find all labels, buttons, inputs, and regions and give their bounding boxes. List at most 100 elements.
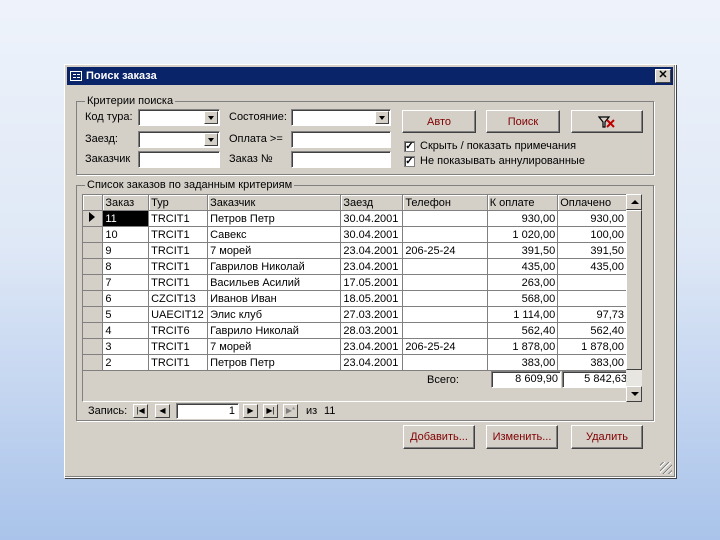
column-header[interactable]: Заезд — [340, 195, 404, 211]
table-cell[interactable] — [402, 258, 488, 275]
table-cell[interactable]: 17.05.2001 — [340, 274, 404, 291]
table-cell[interactable]: 391,50 — [487, 242, 559, 259]
table-cell[interactable]: 930,00 — [557, 210, 627, 227]
table-cell[interactable]: 30.04.2001 — [340, 210, 404, 227]
row-selector[interactable] — [83, 306, 104, 323]
next-record-icon[interactable]: ▶ — [243, 404, 258, 418]
table-cell[interactable]: TRCIT1 — [148, 258, 209, 275]
table-cell[interactable]: 27.03.2001 — [340, 306, 404, 323]
table-cell[interactable]: 391,50 — [557, 242, 627, 259]
payment-field[interactable] — [291, 131, 391, 148]
table-cell[interactable]: 562,40 — [487, 322, 559, 339]
row-selector[interactable] — [83, 258, 104, 275]
table-cell[interactable]: TRCIT1 — [148, 242, 209, 259]
table-row[interactable]: 7 TRCIT1 Васильев Асилий 17.05.2001 263,00 — [83, 274, 627, 291]
table-cell[interactable]: TRCIT1 — [148, 210, 209, 227]
order-no-field[interactable] — [291, 151, 391, 168]
table-cell[interactable]: 1 878,00 — [487, 338, 559, 355]
table-cell[interactable]: 383,00 — [557, 354, 627, 371]
tour-code-combo[interactable] — [138, 109, 220, 126]
edit-button[interactable]: Изменить... — [486, 425, 558, 449]
table-cell[interactable] — [402, 226, 488, 243]
table-cell[interactable]: 3 — [102, 338, 150, 355]
table-row[interactable]: 10 TRCIT1 Савекс 30.04.2001 1 020,00 100,00 — [83, 226, 627, 243]
table-cell[interactable]: TRCIT6 — [148, 322, 209, 339]
table-cell[interactable]: 568,00 — [487, 290, 559, 307]
table-cell[interactable]: 7 — [102, 274, 150, 291]
table-cell[interactable] — [402, 290, 488, 307]
table-cell[interactable]: Гаврилов Николай — [207, 258, 342, 275]
table-cell[interactable] — [557, 290, 627, 307]
table-cell[interactable]: TRCIT1 — [148, 226, 209, 243]
table-cell[interactable]: UAECIT12 — [148, 306, 209, 323]
table-cell[interactable]: 8 — [102, 258, 150, 275]
row-selector[interactable] — [83, 226, 104, 243]
table-cell[interactable]: Васильев Асилий — [207, 274, 342, 291]
table-row[interactable]: 2 TRCIT1 Петров Петр 23.04.2001 383,00 383,00 — [83, 354, 627, 371]
vertical-scrollbar[interactable] — [626, 194, 642, 402]
table-cell[interactable]: 1 878,00 — [557, 338, 627, 355]
table-row[interactable]: 11 TRCIT1 Петров Петр 30.04.2001 930,00 930,0… — [83, 210, 627, 227]
prev-record-icon[interactable]: ◀ — [155, 404, 170, 418]
table-cell[interactable] — [402, 306, 488, 323]
table-cell[interactable]: 10 — [102, 226, 150, 243]
chevron-down-icon[interactable] — [204, 111, 218, 124]
column-header[interactable]: К оплате — [487, 195, 559, 211]
table-cell[interactable]: 206-25-24 — [402, 338, 488, 355]
delete-button[interactable]: Удалить — [571, 425, 643, 449]
first-record-icon[interactable]: |◀ — [133, 404, 148, 418]
table-cell[interactable]: 100,00 — [557, 226, 627, 243]
column-header[interactable]: Оплачено — [557, 195, 627, 211]
scroll-up-icon[interactable] — [626, 194, 642, 210]
table-cell[interactable] — [402, 274, 488, 291]
auto-button[interactable]: Авто — [402, 110, 476, 133]
add-button[interactable]: Добавить... — [403, 425, 475, 449]
table-cell[interactable]: 4 — [102, 322, 150, 339]
arrival-combo[interactable] — [138, 131, 220, 148]
customer-field[interactable] — [138, 151, 220, 168]
table-cell[interactable]: 11 — [102, 210, 150, 227]
table-cell[interactable]: 23.04.2001 — [340, 242, 404, 259]
hide-cancelled-checkbox[interactable]: ✓ — [404, 156, 415, 167]
row-selector[interactable] — [83, 274, 104, 291]
resize-grip-icon[interactable] — [660, 462, 672, 474]
last-record-icon[interactable]: ▶| — [263, 404, 278, 418]
table-cell[interactable]: Элис клуб — [207, 306, 342, 323]
row-selector[interactable] — [83, 354, 104, 371]
table-cell[interactable]: TRCIT1 — [148, 338, 209, 355]
table-cell[interactable]: Гаврило Николай — [207, 322, 342, 339]
table-cell[interactable]: Петров Петр — [207, 210, 342, 227]
table-cell[interactable]: 9 — [102, 242, 150, 259]
chevron-down-icon[interactable] — [204, 133, 218, 146]
table-row[interactable]: 9 TRCIT1 7 морей 23.04.2001 206-25-24 391,50 3… — [83, 242, 627, 259]
table-row[interactable]: 5 UAECIT12 Элис клуб 27.03.2001 1 114,00 97,7… — [83, 306, 627, 323]
current-record-field[interactable]: 1 — [176, 403, 239, 419]
new-record-icon[interactable]: ▶* — [283, 404, 298, 418]
table-cell[interactable]: 23.04.2001 — [340, 338, 404, 355]
clear-filter-button[interactable] — [571, 110, 643, 133]
state-combo[interactable] — [291, 109, 391, 126]
current-row-arrow-icon[interactable] — [83, 210, 104, 227]
close-button[interactable]: ✕ — [655, 69, 671, 83]
table-cell[interactable]: 7 морей — [207, 338, 342, 355]
table-cell[interactable]: 435,00 — [487, 258, 559, 275]
table-cell[interactable]: TRCIT1 — [148, 354, 209, 371]
table-cell[interactable]: 263,00 — [487, 274, 559, 291]
table-cell[interactable]: 435,00 — [557, 258, 627, 275]
search-button[interactable]: Поиск — [486, 110, 560, 133]
table-cell[interactable] — [402, 354, 488, 371]
scroll-down-icon[interactable] — [626, 386, 642, 402]
table-row[interactable]: 6 CZCIT13 Иванов Иван 18.05.2001 568,00 — [83, 290, 627, 307]
row-selector[interactable] — [83, 242, 104, 259]
table-cell[interactable]: Петров Петр — [207, 354, 342, 371]
table-cell[interactable] — [402, 322, 488, 339]
table-cell[interactable]: TRCIT1 — [148, 274, 209, 291]
table-cell[interactable]: 206-25-24 — [402, 242, 488, 259]
row-selector[interactable] — [83, 322, 104, 339]
table-cell[interactable]: 1 020,00 — [487, 226, 559, 243]
table-cell[interactable]: 7 морей — [207, 242, 342, 259]
row-selector[interactable] — [83, 290, 104, 307]
column-header[interactable]: Телефон — [402, 195, 488, 211]
column-header[interactable]: Заказчик — [207, 195, 342, 211]
table-row[interactable]: 4 TRCIT6 Гаврило Николай 28.03.2001 562,40 56… — [83, 322, 627, 339]
